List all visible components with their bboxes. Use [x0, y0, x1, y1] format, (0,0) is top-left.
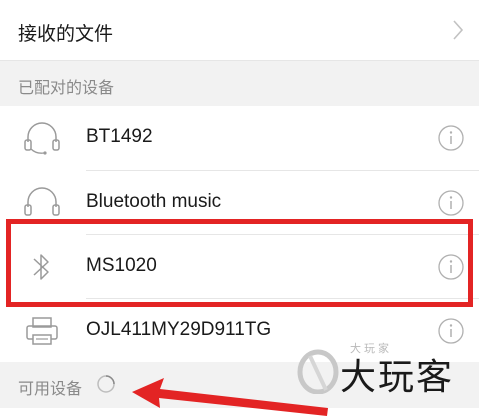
info-icon[interactable] [437, 189, 465, 217]
available-devices-title: 可用设备 [18, 379, 83, 398]
chevron-right-icon [453, 20, 464, 40]
headset-icon [24, 122, 60, 155]
device-name: OJL411MY29D911TG [86, 319, 272, 340]
info-icon[interactable] [437, 124, 465, 152]
device-name: BT1492 [86, 126, 153, 147]
received-files-row[interactable]: 接收的文件 [0, 0, 479, 60]
watermark-logo-icon [297, 349, 339, 394]
watermark: 大玩家 大玩客 [296, 340, 476, 402]
watermark-text: 大玩客 [340, 357, 455, 398]
loading-spinner-icon [97, 375, 115, 393]
highlight-box [6, 219, 473, 307]
paired-devices-title: 已配对的设备 [18, 78, 115, 97]
printer-icon [26, 317, 58, 345]
paired-devices-header: 已配对的设备 [0, 61, 479, 106]
headset-icon [24, 187, 60, 216]
received-files-label: 接收的文件 [18, 23, 114, 45]
device-name: Bluetooth music [86, 191, 222, 212]
device-row-bt1492[interactable]: BT1492 [0, 106, 479, 170]
